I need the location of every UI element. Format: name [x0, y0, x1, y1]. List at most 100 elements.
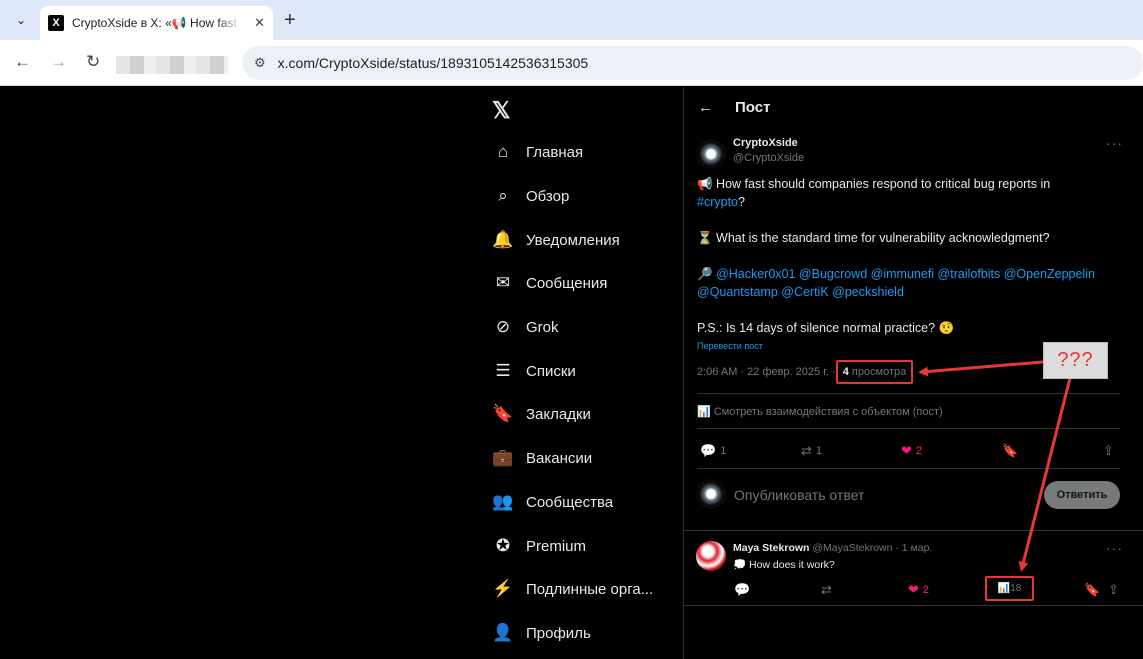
more-options-icon[interactable]: ···: [1106, 540, 1123, 556]
like-button[interactable]: ❤ 2: [908, 582, 929, 598]
sidebar-item-label: Уведомления: [526, 231, 620, 249]
share-button[interactable]: ⇪: [1108, 582, 1123, 598]
heart-icon: ❤: [901, 443, 912, 458]
author-handle[interactable]: @CryptoXside: [733, 152, 804, 164]
lists-icon: ☰: [495, 361, 511, 380]
sidebar-item-grok[interactable]: ⊘ Grok: [492, 312, 559, 342]
reply-text: 💭 How does it work?: [733, 559, 835, 571]
bookmark-icon: 🔖: [1084, 582, 1101, 597]
divider: [684, 530, 1143, 531]
bookmark-button[interactable]: 🔖: [1084, 582, 1104, 598]
reply-button[interactable]: 💬: [734, 582, 754, 598]
reply-author-avatar[interactable]: [696, 541, 726, 571]
hashtag-link[interactable]: #crypto: [697, 195, 738, 209]
repost-button[interactable]: ⇄ 1: [801, 443, 822, 459]
reply-input[interactable]: Опубликовать ответ: [734, 487, 864, 503]
view-engagements-link[interactable]: 📊 Смотреть взаимодействия с объектом (по…: [697, 405, 943, 418]
share-icon: ⇪: [1108, 582, 1119, 597]
reply-author-line: Maya Stekrown @MayaStekrown · 1 мар.: [733, 542, 932, 554]
back-arrow-icon[interactable]: ←: [14, 52, 31, 72]
reply-author-meta[interactable]: @MayaStekrown · 1 мар.: [812, 542, 932, 554]
browser-tab-active[interactable]: X CryptoXside в X: «📢 How fast should co…: [40, 6, 273, 40]
sidebar-item-home[interactable]: ⌂ Главная: [492, 137, 583, 167]
sidebar-item-label: Обзор: [526, 187, 570, 205]
tab-search-menu-icon[interactable]: ⌄: [8, 7, 34, 33]
back-arrow-icon[interactable]: ←: [698, 99, 713, 116]
mention-links[interactable]: @Hacker0x01 @Bugcrowd @immunefi @trailof…: [716, 267, 1095, 281]
stats-icon: 📊: [697, 406, 711, 418]
reply-icon: 💬: [700, 443, 717, 458]
reply-submit-button[interactable]: Ответить: [1044, 481, 1120, 509]
reply-icon: 💬: [734, 582, 751, 597]
mention-links[interactable]: @Quantstamp @CertiK @peckshield: [697, 285, 904, 299]
divider: [697, 468, 1120, 469]
sidebar-item-profile[interactable]: 👤 Профиль: [492, 618, 591, 648]
tab-title: CryptoXside в X: «📢 How fast should comp…: [72, 16, 242, 30]
views-count: 4: [842, 366, 849, 378]
tab-close-icon[interactable]: ✕: [254, 15, 265, 31]
post-text-line: ⏳ What is the standard time for vulnerab…: [697, 231, 1050, 245]
current-user-avatar[interactable]: [696, 479, 726, 509]
blurred-region: [116, 56, 228, 74]
share-button[interactable]: ⇪: [1103, 443, 1118, 459]
share-icon: ⇪: [1103, 443, 1114, 458]
site-info-icon[interactable]: ⚙: [254, 55, 266, 71]
reply-button[interactable]: 💬 1: [700, 443, 726, 459]
sidebar-item-lists[interactable]: ☰ Списки: [492, 356, 576, 386]
bookmark-icon: 🔖: [1002, 443, 1019, 458]
sidebar-item-label: Сообщества: [526, 493, 614, 511]
sidebar-item-jobs[interactable]: 💼 Вакансии: [492, 443, 592, 473]
sidebar-item-label: Списки: [526, 362, 576, 380]
author-avatar[interactable]: [696, 139, 726, 169]
translate-link[interactable]: Перевести пост: [697, 341, 763, 351]
sidebar-item-verified-orgs[interactable]: ⚡ Подлинные орга...: [492, 574, 653, 604]
sidebar-item-label: Закладки: [526, 405, 591, 423]
sidebar-item-explore[interactable]: ⌕ Обзор: [492, 181, 569, 211]
more-options-icon[interactable]: ···: [1106, 135, 1123, 151]
bookmark-button[interactable]: 🔖: [1002, 443, 1022, 459]
sidebar-item-label: Главная: [526, 143, 584, 161]
sidebar-item-notifications[interactable]: 🔔 Уведомления: [492, 225, 620, 255]
repost-count: 1: [815, 445, 823, 457]
post-text-line: 📢 How fast should companies respond to c…: [697, 177, 1051, 191]
reply-author-name[interactable]: Maya Stekrown: [733, 542, 809, 554]
sidebar-item-label: Подлинные орга...: [526, 580, 654, 598]
reload-icon[interactable]: ↻: [86, 52, 100, 72]
post-text-fragment: ?: [738, 195, 745, 209]
left-sidebar: 𝕏 ⌂ Главная ⌕ Обзор 🔔 Уведомления ✉ Сооб…: [480, 87, 680, 659]
post-text-line: P.S.: Is 14 days of silence normal pract…: [697, 321, 955, 335]
question-callout: ???: [1043, 342, 1108, 379]
briefcase-icon: 💼: [492, 448, 514, 467]
sidebar-item-label: Grok: [526, 318, 559, 336]
sidebar-item-label: Premium: [526, 537, 587, 555]
heart-icon: ❤: [908, 582, 919, 597]
views-highlight[interactable]: 📊 18: [985, 576, 1034, 601]
profile-icon: 👤: [492, 623, 514, 642]
repost-icon: ⇄: [821, 582, 832, 597]
post-timestamp[interactable]: 2:06 AM · 22 февр. 2025 г. ·: [697, 366, 836, 378]
like-button[interactable]: ❤ 2: [901, 443, 922, 459]
like-count: 2: [922, 584, 930, 596]
sidebar-item-messages[interactable]: ✉ Сообщения: [492, 268, 608, 298]
bookmark-icon: 🔖: [492, 404, 514, 423]
views-label: просмотра: [851, 366, 907, 378]
mail-icon: ✉: [495, 273, 511, 292]
divider: [697, 428, 1120, 429]
address-bar[interactable]: ⚙ x.com/CryptoXside/status/1893105142536…: [242, 46, 1143, 80]
author-name[interactable]: CryptoXside: [733, 137, 798, 149]
engagements-label: Смотреть взаимодействия с объектом (пост…: [713, 406, 943, 418]
forward-arrow-icon[interactable]: →: [50, 52, 67, 72]
sidebar-item-label: Профиль: [526, 624, 591, 642]
stats-icon: 📊: [997, 583, 1011, 594]
premium-icon: ✪: [495, 536, 511, 555]
sidebar-item-premium[interactable]: ✪ Premium: [492, 531, 586, 561]
new-tab-button[interactable]: +: [284, 9, 296, 32]
divider: [684, 605, 1143, 606]
sidebar-item-communities[interactable]: 👥 Сообщества: [492, 487, 613, 517]
sidebar-item-bookmarks[interactable]: 🔖 Закладки: [492, 399, 591, 429]
x-logo-icon[interactable]: 𝕏: [492, 97, 511, 124]
lightning-icon: ⚡: [492, 579, 514, 598]
repost-button[interactable]: ⇄: [821, 582, 836, 598]
url-text[interactable]: x.com/CryptoXside/status/189310514253631…: [278, 55, 589, 71]
x-favicon-icon: X: [48, 15, 64, 31]
